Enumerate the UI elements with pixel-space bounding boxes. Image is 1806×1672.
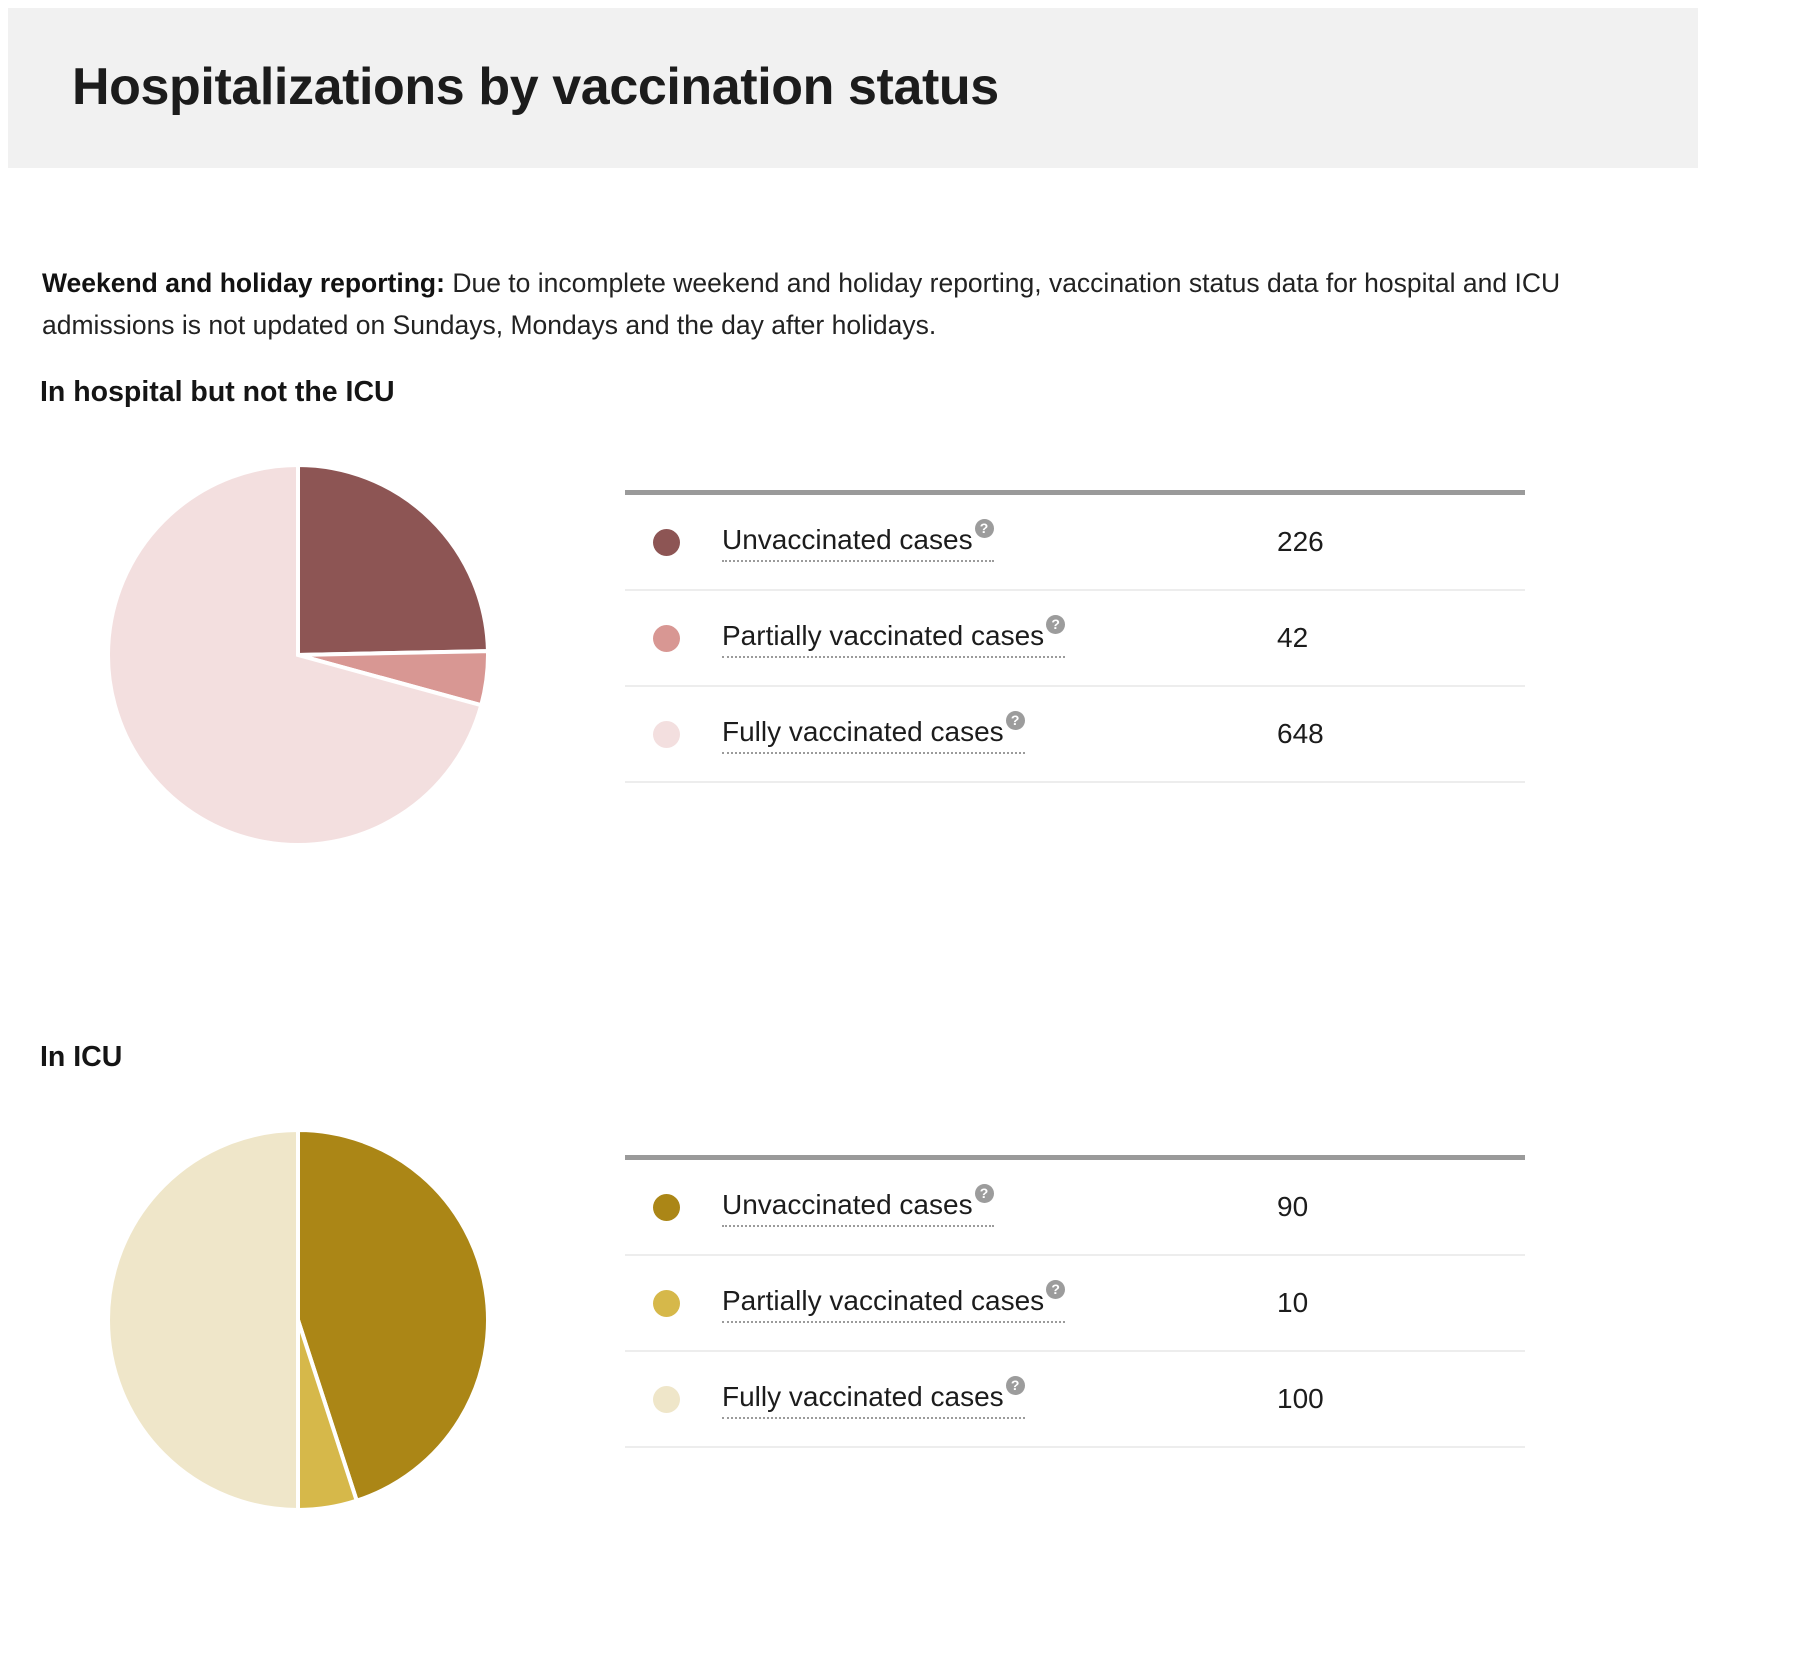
pie-chart-in-hospital [108,465,488,846]
help-icon[interactable]: ? [1005,1375,1025,1395]
legend-swatch-unvaccinated [653,528,680,556]
legend-table-in-icu: Unvaccinated cases? 90 Partially vaccina… [625,1155,1525,1449]
legend-label-text: Unvaccinated cases [722,524,973,556]
legend-value-partially-vaccinated: 10 [1277,1287,1309,1319]
legend-value-fully-vaccinated: 648 [1277,718,1324,750]
legend-table-in-hospital: Unvaccinated cases? 226 Partially vaccin… [625,490,1525,784]
table-row[interactable]: Partially vaccinated cases? 42 [625,591,1525,688]
pie-slices-in-icu [108,1130,488,1511]
help-icon[interactable]: ? [974,1183,994,1203]
section-title-in-icu: In ICU [40,1041,123,1073]
legend-value-partially-vaccinated: 42 [1277,622,1309,654]
legend-label-unvaccinated[interactable]: Unvaccinated cases? [722,518,994,563]
section-in-hospital: In hospital but not the ICU Unvaccinated… [0,375,1806,985]
page-header: Hospitalizations by vaccination status [8,8,1698,168]
legend-label-text: Fully vaccinated cases [722,1381,1004,1413]
legend-swatch-partially-vaccinated [653,1289,680,1317]
legend-label-fully-vaccinated[interactable]: Fully vaccinated cases? [722,1375,1025,1420]
reporting-note-lead: Weekend and holiday reporting: [42,267,445,298]
section-title-in-hospital: In hospital but not the ICU [40,376,395,408]
legend-swatch-unvaccinated [653,1193,680,1221]
table-row[interactable]: Partially vaccinated cases? 10 [625,1256,1525,1353]
table-row[interactable]: Unvaccinated cases? 226 [625,495,1525,592]
table-row[interactable]: Fully vaccinated cases? 648 [625,687,1525,784]
section-in-icu: In ICU Unvaccinated cases? 90 Partially … [0,1040,1806,1650]
pie-slice[interactable] [108,1130,300,1511]
table-row[interactable]: Unvaccinated cases? 90 [625,1160,1525,1257]
legend-label-partially-vaccinated[interactable]: Partially vaccinated cases? [722,1279,1066,1324]
legend-label-text: Partially vaccinated cases [722,1285,1045,1317]
reporting-note: Weekend and holiday reporting: Due to in… [42,262,1612,348]
pie-chart-in-icu-svg [108,1130,488,1511]
legend-label-unvaccinated[interactable]: Unvaccinated cases? [722,1183,994,1228]
legend-label-text: Partially vaccinated cases [722,620,1045,652]
legend-swatch-fully-vaccinated [653,720,680,748]
page-title: Hospitalizations by vaccination status [72,58,999,117]
help-icon[interactable]: ? [1046,1279,1066,1299]
section-body-in-icu: Unvaccinated cases? 90 Partially vaccina… [0,1090,1806,1650]
legend-label-text: Fully vaccinated cases [722,716,1004,748]
legend-swatch-partially-vaccinated [653,624,680,652]
help-icon[interactable]: ? [974,518,994,538]
table-row[interactable]: Fully vaccinated cases? 100 [625,1352,1525,1449]
help-icon[interactable]: ? [1046,614,1066,634]
help-icon[interactable]: ? [1005,710,1025,730]
pie-slice[interactable] [296,465,488,658]
legend-value-unvaccinated: 226 [1277,526,1324,558]
pie-chart-in-hospital-svg [108,465,488,846]
legend-value-unvaccinated: 90 [1277,1191,1309,1223]
legend-swatch-fully-vaccinated [653,1385,680,1413]
legend-label-partially-vaccinated[interactable]: Partially vaccinated cases? [722,614,1066,659]
section-body-in-hospital: Unvaccinated cases? 226 Partially vaccin… [0,425,1806,985]
legend-value-fully-vaccinated: 100 [1277,1383,1324,1415]
legend-label-fully-vaccinated[interactable]: Fully vaccinated cases? [722,710,1025,755]
legend-label-text: Unvaccinated cases [722,1189,973,1221]
pie-chart-in-icu [108,1130,488,1511]
pie-slices-in-hospital [108,465,488,846]
